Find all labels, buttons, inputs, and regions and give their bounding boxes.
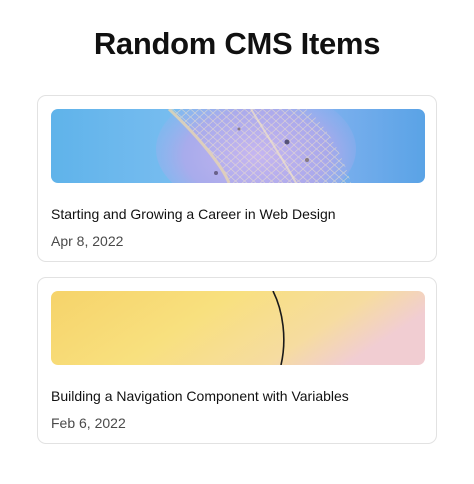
card-date: Apr 8, 2022 — [51, 233, 124, 249]
page: Random CMS Items Starting and Growing a … — [0, 0, 474, 484]
blue-leaf-image — [51, 109, 425, 183]
cms-item-card[interactable]: Starting and Growing a Career in Web Des… — [37, 95, 437, 262]
card-title[interactable]: Starting and Growing a Career in Web Des… — [51, 205, 425, 223]
page-title: Random CMS Items — [93, 26, 381, 61]
card-title[interactable]: Building a Navigation Component with Var… — [51, 387, 425, 405]
yellow-gradient-image — [51, 291, 425, 365]
card-date: Feb 6, 2022 — [51, 415, 126, 431]
cms-item-card[interactable]: Building a Navigation Component with Var… — [37, 277, 437, 444]
